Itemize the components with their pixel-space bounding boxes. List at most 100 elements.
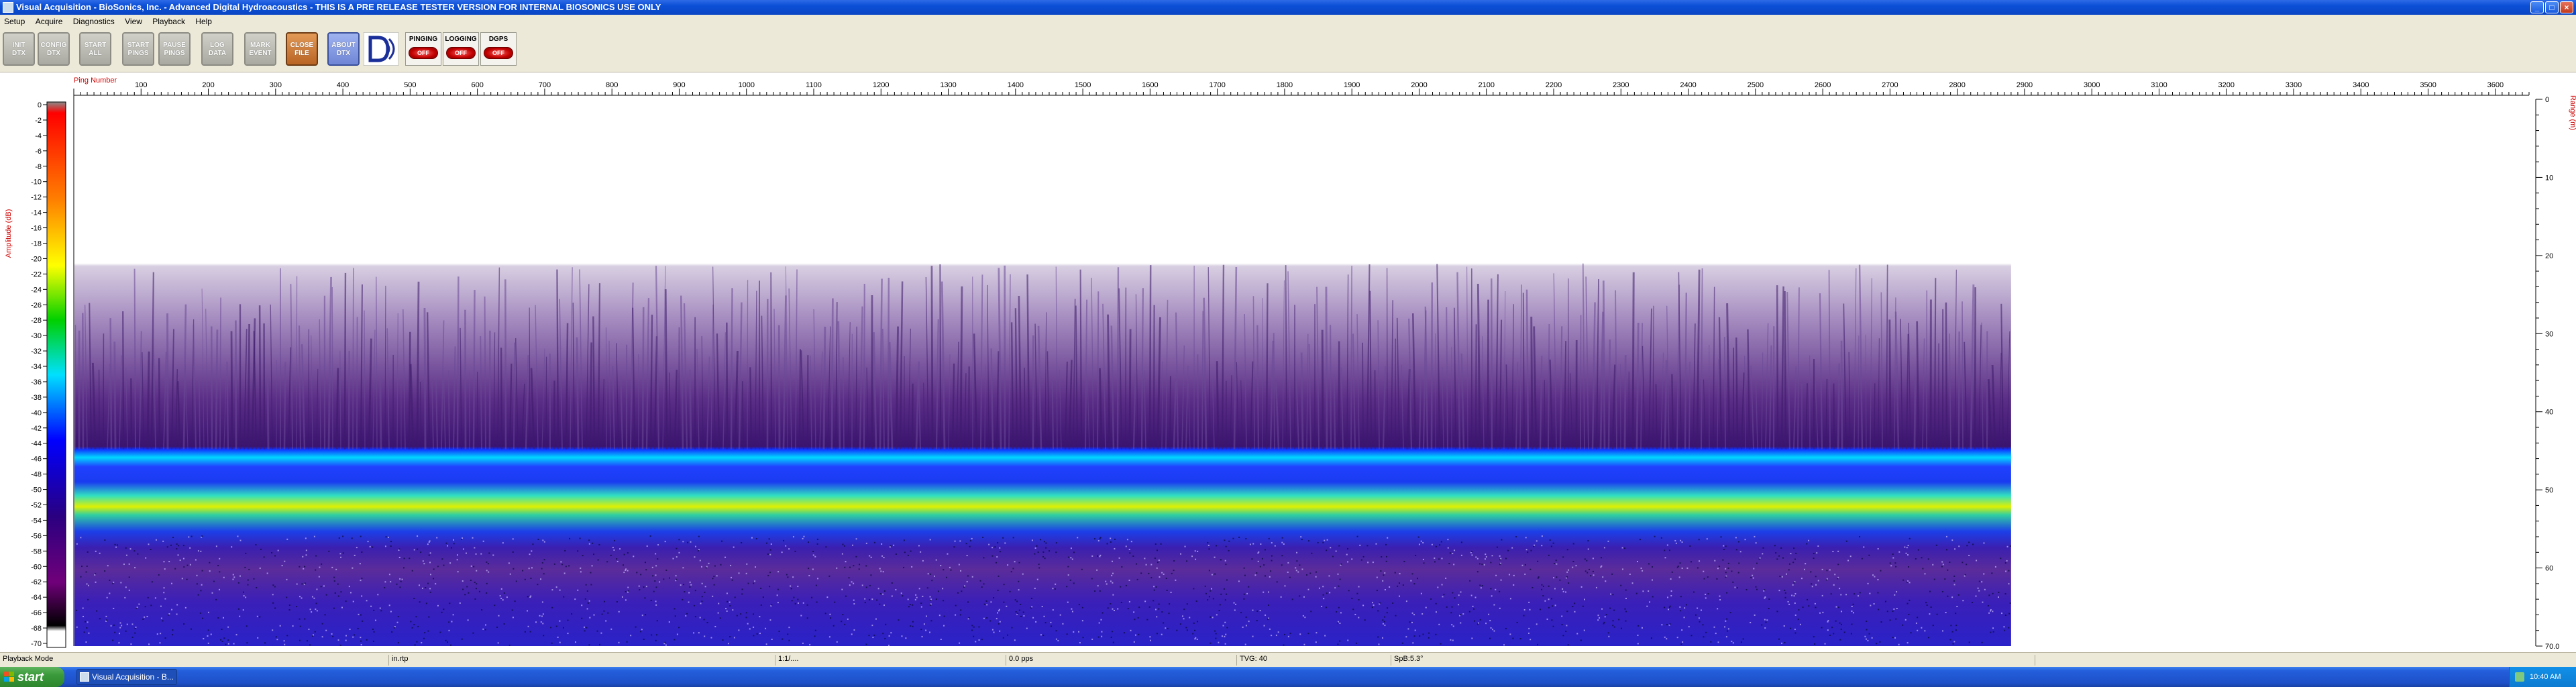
x-tick-label: 1700 (1209, 81, 1225, 89)
speckle-dot (1664, 557, 1666, 559)
menu-playback[interactable]: Playback (148, 15, 189, 28)
speckle-dot (172, 629, 174, 631)
speckle-dot (1806, 543, 1808, 545)
speckle-dot (207, 635, 209, 637)
biosonics-logo-icon[interactable] (364, 32, 398, 66)
speckle-dot (910, 550, 912, 552)
speckle-dot (1148, 606, 1150, 608)
speckle-dot (676, 578, 678, 580)
plume-stroke (226, 362, 229, 450)
start-button[interactable]: start (0, 667, 64, 687)
speckle-dot (390, 545, 392, 547)
pause-pings-button[interactable]: PAUSE PINGS (158, 32, 191, 66)
plume-stroke (230, 331, 233, 450)
speckle-dot (1642, 590, 1644, 592)
speckle-dot (1548, 585, 1550, 587)
speckle-dot (1208, 548, 1210, 550)
speckle-dot (1727, 567, 1729, 569)
speckle-dot (2008, 583, 2010, 585)
menu-help[interactable]: Help (191, 15, 216, 28)
minimize-button[interactable]: _ (2530, 1, 2544, 13)
speckle-dot (1259, 610, 1261, 612)
echogram-chart[interactable]: Ping Number100 200 300 400 500 600 700 800 900 10… (0, 72, 2576, 652)
speckle-dot (272, 629, 274, 631)
speckle-dot (1968, 541, 1970, 543)
speckle-dot (994, 546, 996, 548)
speckle-dot (1211, 574, 1213, 576)
speckle-dot (1158, 603, 1160, 605)
menu-view[interactable]: View (121, 15, 146, 28)
close-file-button[interactable]: CLOSE FILE (286, 32, 318, 66)
speckle-dot (1877, 579, 1879, 581)
speckle-dot (1910, 632, 1912, 634)
speckle-dot (247, 579, 249, 581)
speckle-dot (459, 602, 461, 604)
speckle-dot (352, 636, 354, 638)
speckle-dot (1878, 609, 1880, 611)
init-dtx-button[interactable]: INIT DTX (3, 32, 35, 66)
speckle-dot (998, 575, 1000, 577)
speckle-dot (699, 617, 701, 619)
speckle-dot (729, 601, 731, 603)
speckle-dot (247, 584, 249, 586)
speckle-dot (1729, 612, 1731, 614)
speckle-dot (955, 614, 957, 616)
menu-setup[interactable]: Setup (0, 15, 29, 28)
plume-stroke (234, 320, 237, 450)
speckle-dot (788, 639, 790, 641)
speckle-dot (1012, 537, 1014, 539)
speckle-dot (640, 631, 642, 633)
speckle-dot (1951, 539, 1953, 541)
mark-event-button[interactable]: MARK EVENT (244, 32, 276, 66)
speckle-dot (688, 592, 690, 594)
menu-acquire[interactable]: Acquire (32, 15, 67, 28)
speckle-dot (1989, 610, 1991, 612)
speckle-dot (1281, 555, 1283, 557)
speckle-dot (201, 584, 203, 586)
speckle-dot (443, 609, 445, 611)
speckle-dot (172, 537, 174, 539)
maximize-button[interactable]: □ (2545, 1, 2559, 13)
menu-diagnostics[interactable]: Diagnostics (69, 15, 119, 28)
speckle-dot (1051, 625, 1053, 627)
speckle-dot (1348, 590, 1350, 592)
start-all-button[interactable]: START ALL (79, 32, 111, 66)
speckle-dot (1243, 598, 1245, 600)
speckle-dot (969, 540, 971, 542)
speckle-dot (349, 629, 351, 631)
log-data-button[interactable]: LOG DATA (201, 32, 233, 66)
config-dtx-button[interactable]: CONFIG DTX (38, 32, 70, 66)
speckle-dot (1562, 635, 1564, 637)
speckle-dot (1895, 618, 1897, 620)
speckle-dot (1854, 593, 1856, 595)
speckle-dot (379, 607, 381, 609)
speckle-dot (967, 575, 969, 577)
colorbar-tick-label: -2 (35, 117, 42, 125)
speckle-dot (345, 639, 347, 641)
speckle-dot (1843, 631, 1845, 633)
about-dtx-button[interactable]: ABOUT DTX (327, 32, 360, 66)
speckle-dot (1904, 546, 1906, 548)
speckle-dot (879, 593, 881, 595)
speckle-dot (1755, 542, 1757, 544)
close-button[interactable]: × (2560, 1, 2573, 13)
taskbar-item-visual-acquisition[interactable]: Visual Acquisition - B... (76, 669, 177, 685)
speckle-dot (461, 638, 463, 640)
speckle-dot (1057, 639, 1059, 641)
speckle-dot (861, 584, 863, 586)
network-icon[interactable] (2515, 672, 2524, 682)
speckle-dot (400, 580, 402, 582)
speckle-dot (836, 567, 838, 569)
speckle-dot (315, 555, 317, 557)
start-pings-button[interactable]: START PINGS (122, 32, 154, 66)
speckle-dot (1813, 553, 1815, 555)
speckle-dot (421, 587, 423, 589)
speckle-dot (1287, 635, 1289, 637)
speckle-dot (1066, 586, 1068, 588)
speckle-dot (1775, 552, 1777, 554)
speckle-dot (1157, 562, 1159, 564)
speckle-dot (352, 567, 354, 569)
speckle-dot (1130, 629, 1132, 631)
speckle-dot (470, 579, 472, 581)
speckle-dot (1837, 564, 1839, 566)
